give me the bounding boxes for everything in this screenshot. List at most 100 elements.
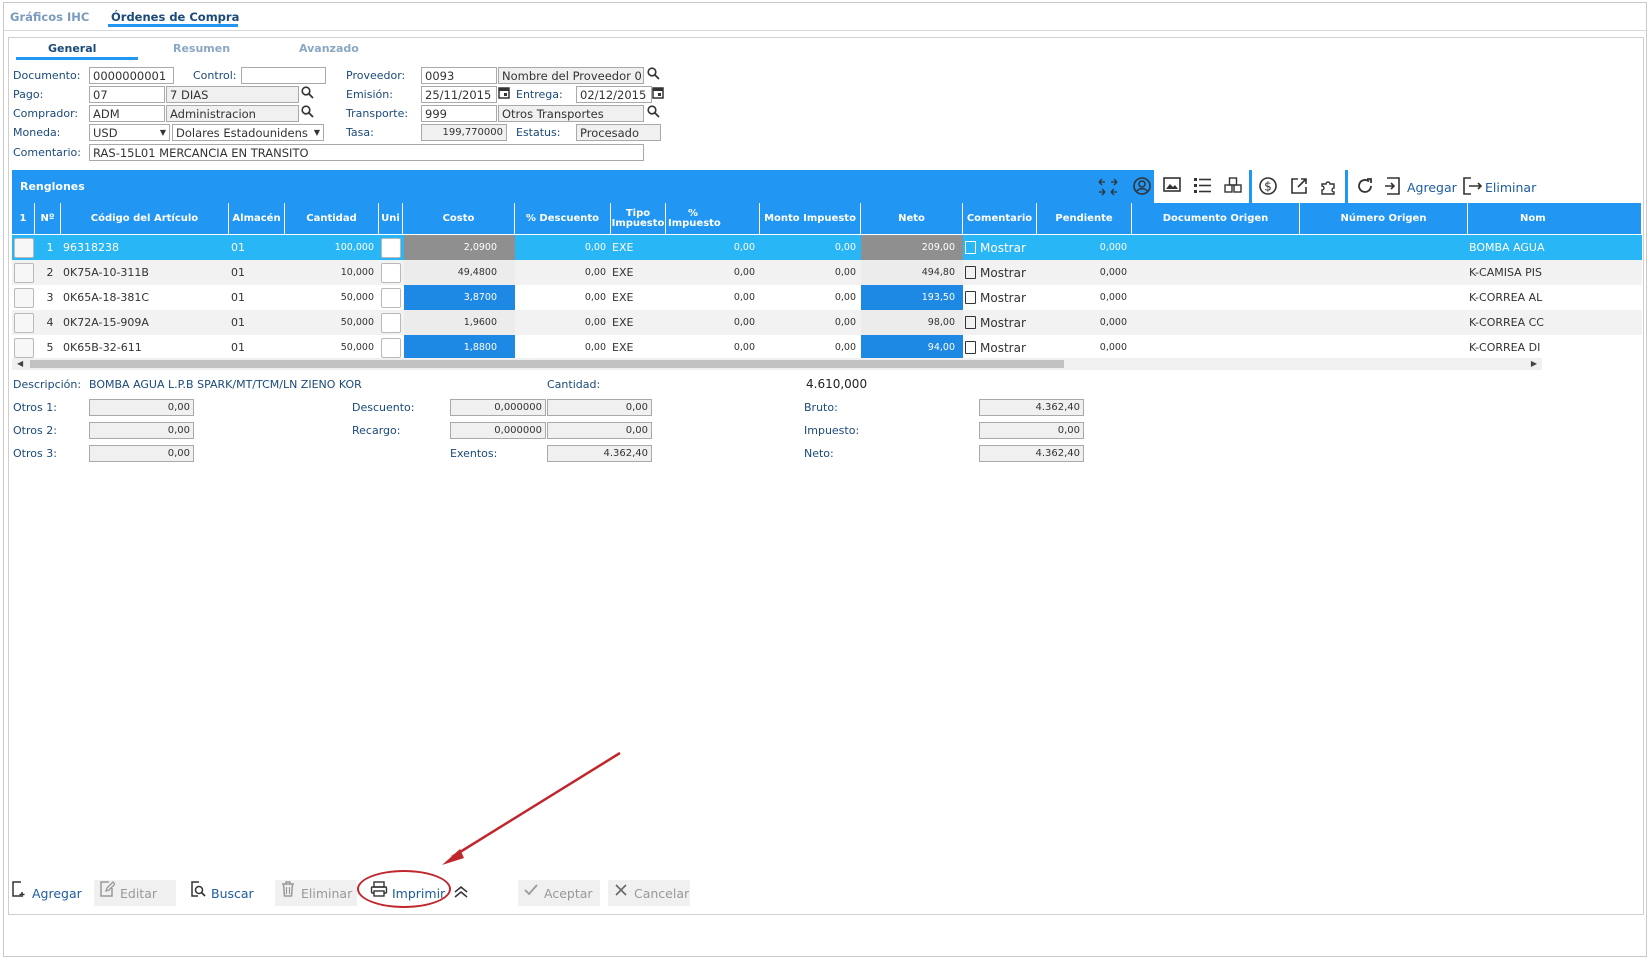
col-documento-origen[interactable]: Documento Origen	[1132, 203, 1300, 234]
warehouse-icon[interactable]	[1222, 176, 1244, 198]
costo-cell: 1,9600	[404, 310, 515, 336]
comprador-search-icon[interactable]	[300, 105, 314, 119]
descuento-pct-field: 0,000000	[450, 399, 546, 416]
scrollbar-thumb[interactable]	[30, 360, 1064, 368]
pendiente-cell: 0,000	[1099, 292, 1127, 303]
add-row-icon[interactable]	[1382, 176, 1404, 198]
unit-selector[interactable]	[381, 263, 401, 283]
col-descuento[interactable]: % Descuento	[515, 203, 611, 234]
col-pct-impuesto[interactable]: % Impuesto	[666, 203, 760, 234]
subtab-avanzado[interactable]: Avanzado	[299, 42, 359, 55]
nombre-cell: K-CORREA AL	[1469, 291, 1543, 304]
row-select-checkbox[interactable]	[14, 313, 34, 333]
col-monto-impuesto[interactable]: Monto Impuesto	[760, 203, 861, 234]
table-row[interactable]: 4 0K72A-15-909A 01 50,000 1,9600 0,00 EXE 0,00 0…	[12, 310, 1642, 336]
unit-selector[interactable]	[381, 338, 401, 358]
comentario-show-link[interactable]: Mostrar	[965, 260, 1037, 286]
cancelar-label: Cancelar	[634, 886, 690, 901]
buscar-button[interactable]: Buscar	[185, 880, 254, 906]
scroll-left-icon[interactable]: ◀	[17, 358, 23, 370]
expand-collapse-icon[interactable]	[1097, 176, 1119, 198]
annotation-arrow	[442, 751, 621, 865]
col-nombre[interactable]: Nom	[1468, 203, 1642, 234]
proveedor-code-field[interactable]: 0093	[421, 67, 497, 84]
transporte-code-field[interactable]: 999	[421, 105, 497, 122]
tab-graficos-ihc[interactable]: Gráficos IHC	[10, 10, 89, 24]
table-row[interactable]: 3 0K65A-18-381C 01 50,000 3,8700 0,00 EXE 0,00 0…	[12, 285, 1642, 311]
comentario-field[interactable]: RAS-15L01 MERCANCIA EN TRANSITO	[89, 144, 644, 161]
col-comentario[interactable]: Comentario	[963, 203, 1037, 234]
comprador-code-field[interactable]: ADM	[89, 105, 165, 122]
neto-cell: 193,50	[861, 285, 963, 311]
currency-icon[interactable]: $	[1257, 176, 1279, 198]
col-neto[interactable]: Neto	[861, 203, 963, 234]
pago-search-icon[interactable]	[300, 86, 314, 100]
scroll-right-icon[interactable]: ▶	[1531, 358, 1537, 370]
editar-button[interactable]: Editar	[94, 880, 176, 906]
descripcion-value: BOMBA AGUA L.P.B SPARK/MT/TCM/LN ZIENO K…	[89, 378, 362, 391]
transporte-search-icon[interactable]	[646, 105, 660, 119]
table-row[interactable]: 2 0K75A-10-311B 01 10,000 49,4800 0,00 EXE 0,00…	[12, 260, 1642, 286]
col-codigo[interactable]: Código del Artículo	[61, 203, 229, 234]
add-row-button[interactable]: Agregar	[1407, 180, 1457, 195]
entrega-calendar-icon[interactable]	[651, 86, 665, 100]
agregar-button[interactable]: Agregar	[6, 880, 82, 906]
toolbar-separator	[1249, 170, 1252, 203]
comentario-show-link[interactable]: Mostrar	[965, 235, 1037, 261]
renglones-header: Renglones	[12, 170, 1154, 203]
row-select-checkbox[interactable]	[14, 263, 34, 283]
pct-impuesto-cell: 0,00	[733, 292, 755, 303]
list-icon[interactable]	[1191, 176, 1213, 198]
col-costo[interactable]: Costo	[403, 203, 515, 234]
remove-row-icon[interactable]	[1461, 176, 1483, 198]
col-num[interactable]: Nº	[35, 203, 61, 234]
unit-selector[interactable]	[381, 238, 401, 258]
col-select[interactable]: 1	[12, 203, 35, 234]
pendiente-cell: 0,000	[1099, 242, 1127, 253]
moneda-code-select[interactable]: USD	[89, 124, 170, 141]
table-row[interactable]: 1 96318238 01 100,000 2,0900 0,00 EXE 0,00 0,00 2…	[12, 235, 1642, 261]
moneda-name-select[interactable]: Dolares Estadounidens	[172, 124, 324, 141]
subtab-general[interactable]: General	[48, 42, 96, 55]
comentario-show-link[interactable]: Mostrar	[965, 285, 1037, 311]
documento-field[interactable]: 0000000001	[89, 67, 174, 84]
unit-selector[interactable]	[381, 288, 401, 308]
unit-selector[interactable]	[381, 313, 401, 333]
remove-row-button[interactable]: Eliminar	[1485, 180, 1536, 195]
refresh-icon[interactable]	[1354, 176, 1376, 198]
proveedor-search-icon[interactable]	[646, 67, 660, 81]
col-tipo-impuesto[interactable]: Tipo Impuesto	[611, 203, 666, 234]
col-almacen[interactable]: Almacén	[229, 203, 285, 234]
subtab-resumen[interactable]: Resumen	[173, 42, 230, 55]
col-numero-origen[interactable]: Número Origen	[1300, 203, 1468, 234]
col-cantidad[interactable]: Cantidad	[285, 203, 379, 234]
image-icon[interactable]	[1161, 176, 1183, 198]
grid-horizontal-scrollbar[interactable]: ◀ ▶	[12, 358, 1542, 370]
pago-code-field[interactable]: 07	[89, 86, 165, 103]
user-icon[interactable]	[1131, 176, 1153, 198]
emision-calendar-icon[interactable]	[497, 86, 511, 100]
eliminar-button[interactable]: Eliminar	[275, 880, 357, 906]
pct-impuesto-cell: 0,00	[733, 317, 755, 328]
col-pendiente[interactable]: Pendiente	[1037, 203, 1132, 234]
almacen-cell: 01	[231, 316, 245, 329]
emision-date-field[interactable]: 25/11/2015	[421, 86, 497, 103]
grid-header: 1 Nº Código del Artículo Almacén Cantida…	[12, 203, 1642, 234]
chevron-up-double-icon[interactable]	[452, 883, 470, 901]
control-field[interactable]	[241, 67, 326, 84]
cancelar-button[interactable]: Cancelar	[608, 880, 690, 906]
comentario-show-link[interactable]: Mostrar	[965, 310, 1037, 336]
entrega-date-field[interactable]: 02/12/2015	[576, 86, 652, 103]
aceptar-button[interactable]: Aceptar	[518, 880, 600, 906]
row-select-checkbox[interactable]	[14, 338, 34, 358]
col-uni[interactable]: Uni	[379, 203, 403, 234]
cantidad-cell: 50,000	[340, 292, 374, 303]
row-select-checkbox[interactable]	[14, 238, 34, 258]
tab-ordenes-de-compra[interactable]: Órdenes de Compra	[111, 10, 239, 24]
descuento-label: Descuento:	[352, 401, 415, 414]
monto-impuesto-cell: 0,00	[834, 267, 856, 278]
row-select-checkbox[interactable]	[14, 288, 34, 308]
external-link-icon[interactable]	[1288, 176, 1310, 198]
puzzle-icon[interactable]	[1318, 176, 1340, 198]
otros1-label: Otros 1:	[13, 401, 57, 414]
